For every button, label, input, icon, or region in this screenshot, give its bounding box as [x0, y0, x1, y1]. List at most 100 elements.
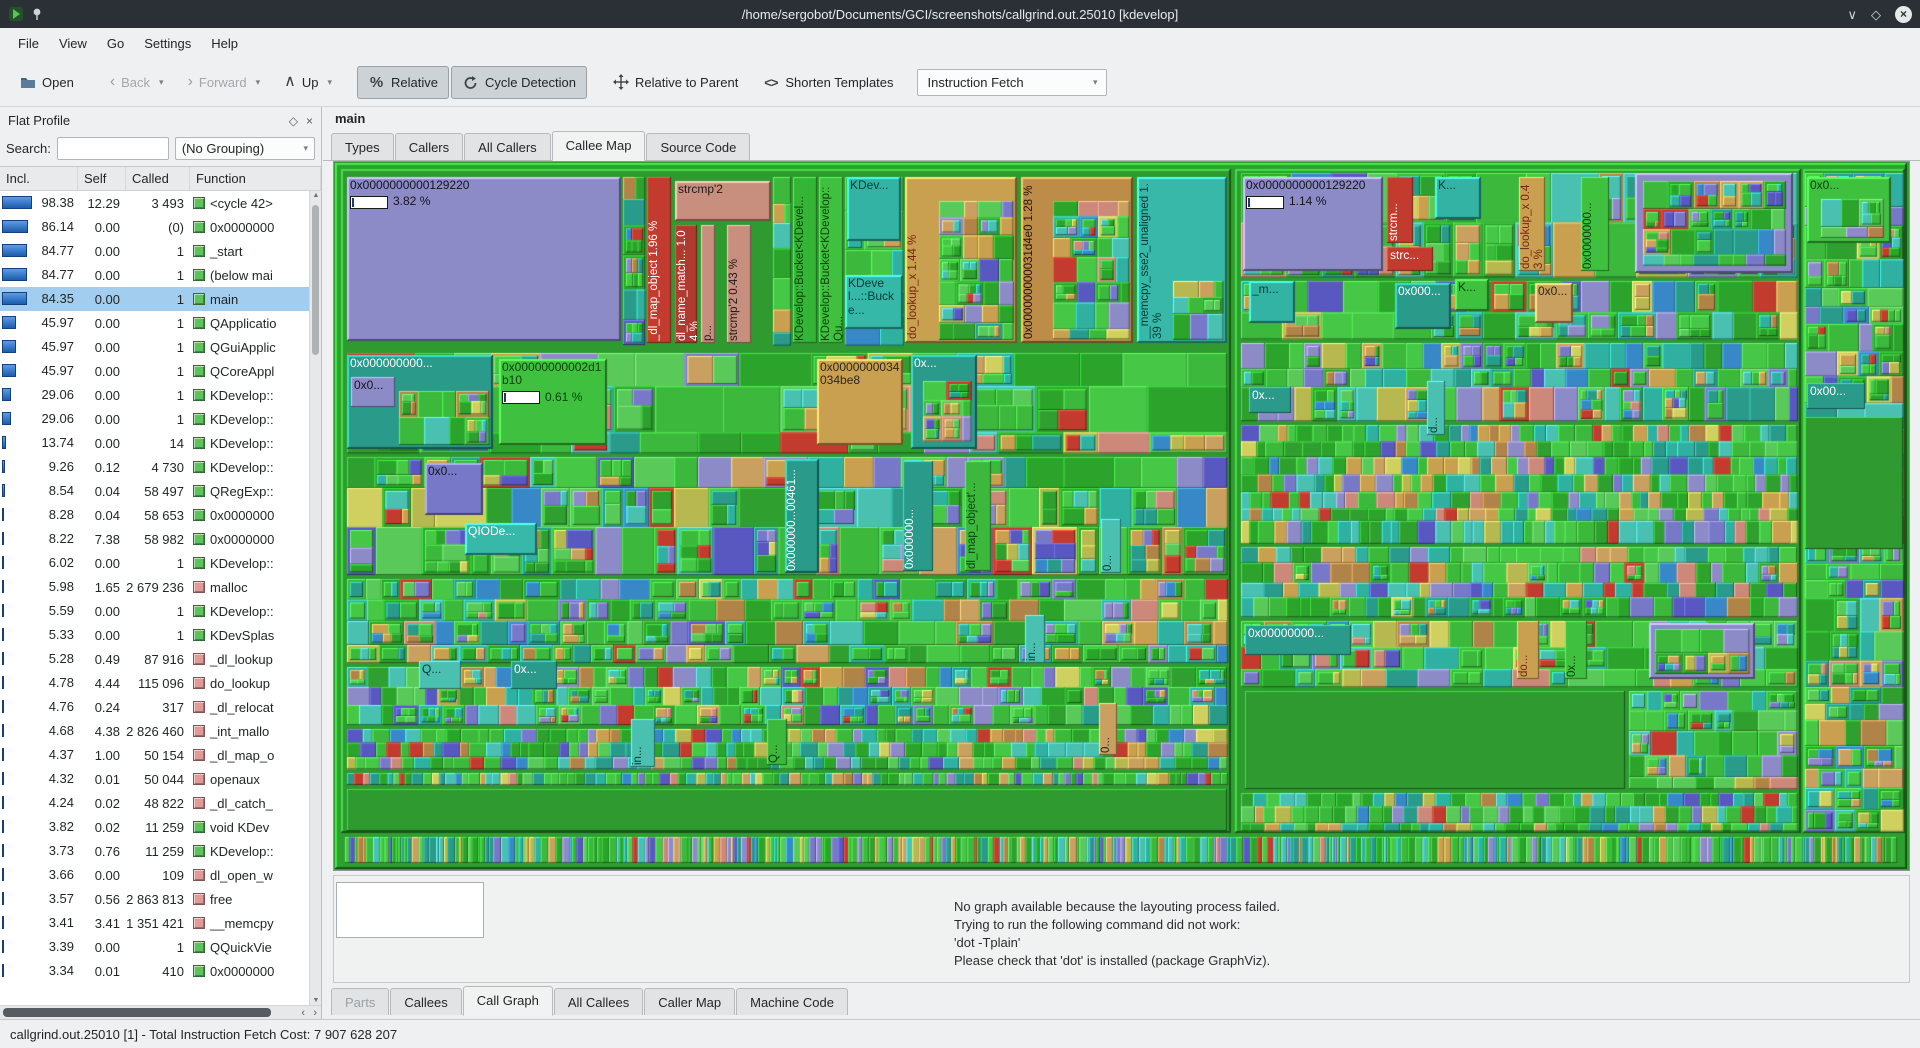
function-group-icon: [193, 557, 205, 569]
table-row[interactable]: 45.970.001QApplicatio: [0, 311, 309, 335]
menu-item-go[interactable]: Go: [97, 31, 134, 56]
callee-treemap-canvas[interactable]: [335, 163, 1907, 869]
tab-caller-map[interactable]: Caller Map: [644, 988, 735, 1015]
float-dock-icon[interactable]: ◇: [289, 114, 298, 128]
relative-to-parent-button[interactable]: Relative to Parent: [601, 66, 749, 99]
table-horizontal-scrollbar[interactable]: ‹ ›: [0, 1005, 321, 1019]
cycle-detection-toggle[interactable]: Cycle Detection: [451, 66, 587, 99]
table-row[interactable]: 29.060.001KDevelop::: [0, 407, 309, 431]
table-row[interactable]: 98.3812.293 493<cycle 42>: [0, 191, 309, 215]
table-row[interactable]: 3.390.001QQuickVie: [0, 935, 309, 959]
table-row[interactable]: 84.350.001main: [0, 287, 309, 311]
table-row[interactable]: 5.981.652 679 236malloc: [0, 575, 309, 599]
table-row[interactable]: 4.371.0050 154_dl_map_o: [0, 743, 309, 767]
tab-source-code[interactable]: Source Code: [646, 133, 750, 160]
table-row[interactable]: 5.280.4987 916_dl_lookup: [0, 647, 309, 671]
forward-dropdown-icon: ▾: [256, 77, 261, 88]
search-input[interactable]: [57, 137, 169, 160]
shorten-templates-button[interactable]: <> Shorten Templates: [751, 66, 904, 99]
table-row[interactable]: 13.740.0014KDevelop::: [0, 431, 309, 455]
col-header-incl[interactable]: Incl.: [0, 167, 78, 190]
col-header-function[interactable]: Function: [190, 167, 321, 190]
combobox-arrow-icon: ▾: [1093, 77, 1098, 88]
col-header-self[interactable]: Self: [78, 167, 126, 190]
table-row[interactable]: 4.240.0248 822_dl_catch_: [0, 791, 309, 815]
pin-icon: [30, 7, 44, 21]
function-group-icon: [193, 653, 205, 665]
table-row[interactable]: 86.140.00(0)0x0000000: [0, 215, 309, 239]
table-row[interactable]: 8.540.0458 497QRegExp::: [0, 479, 309, 503]
tab-parts[interactable]: Parts: [331, 988, 389, 1015]
table-row[interactable]: 4.784.44115 096do_lookup: [0, 671, 309, 695]
tab-callees[interactable]: Callees: [390, 988, 461, 1015]
function-group-icon: [193, 773, 205, 785]
table-row[interactable]: 3.340.014100x0000000: [0, 959, 309, 983]
menu-item-help[interactable]: Help: [201, 31, 248, 56]
maximize-button[interactable]: ◇: [1871, 8, 1881, 21]
incl-bar: [2, 916, 4, 929]
tab-callers[interactable]: Callers: [395, 133, 463, 160]
incl-bar: [2, 796, 4, 809]
menu-item-file[interactable]: File: [8, 31, 49, 56]
menubar: FileViewGoSettingsHelp: [0, 28, 1920, 58]
table-row[interactable]: 3.413.411 351 421__memcpy: [0, 911, 309, 935]
grouping-combobox[interactable]: (No Grouping) ▾: [175, 137, 315, 160]
forward-icon: ›: [188, 77, 193, 87]
table-row[interactable]: 3.570.562 863 813free: [0, 887, 309, 911]
tab-machine-code[interactable]: Machine Code: [736, 988, 848, 1015]
table-row[interactable]: 5.590.001KDevelop::: [0, 599, 309, 623]
scroll-right-icon[interactable]: ›: [313, 1007, 317, 1019]
table-vertical-scrollbar[interactable]: ▲ ▼: [309, 191, 321, 1005]
table-row[interactable]: 4.684.382 826 460_int_mallo: [0, 719, 309, 743]
function-group-icon: [193, 821, 205, 833]
incl-bar: [2, 556, 4, 569]
table-row[interactable]: 45.970.001QCoreAppl: [0, 359, 309, 383]
tab-call-graph[interactable]: Call Graph: [463, 986, 553, 1016]
table-row[interactable]: 9.260.124 730KDevelop::: [0, 455, 309, 479]
scroll-left-icon[interactable]: ‹: [301, 1007, 305, 1019]
open-button[interactable]: Open: [8, 66, 85, 99]
incl-bar: [2, 508, 4, 521]
menu-item-settings[interactable]: Settings: [134, 31, 201, 56]
tab-all-callers[interactable]: All Callers: [464, 133, 551, 160]
table-row[interactable]: 4.760.24317_dl_relocat: [0, 695, 309, 719]
close-button[interactable]: ×: [1895, 6, 1912, 23]
table-row[interactable]: 29.060.001KDevelop::: [0, 383, 309, 407]
call-graph-birdseye[interactable]: [336, 882, 484, 938]
table-row[interactable]: 3.660.00109dl_open_w: [0, 863, 309, 887]
incl-bar: [2, 364, 16, 377]
horizontal-scroll-thumb[interactable]: [3, 1008, 271, 1017]
table-row[interactable]: 5.330.001KDevSplas: [0, 623, 309, 647]
minimize-button[interactable]: ∨: [1847, 8, 1857, 21]
tab-all-callees[interactable]: All Callees: [554, 988, 643, 1015]
table-row[interactable]: 6.020.001KDevelop::: [0, 551, 309, 575]
incl-bar: [2, 436, 6, 449]
col-header-called[interactable]: Called: [126, 167, 190, 190]
back-button[interactable]: ‹ Back ▾: [99, 67, 175, 98]
table-row[interactable]: 3.730.7611 259KDevelop::: [0, 839, 309, 863]
scroll-down-icon[interactable]: ▼: [310, 997, 321, 1004]
menu-item-view[interactable]: View: [49, 31, 97, 56]
window-title: /home/sergobot/Documents/GCI/screenshots…: [188, 7, 1732, 22]
table-row[interactable]: 4.320.0150 044openaux: [0, 767, 309, 791]
table-row[interactable]: 3.820.0211 259void KDev: [0, 815, 309, 839]
up-dropdown-icon: ▾: [327, 77, 332, 88]
function-group-icon: [193, 341, 205, 353]
table-row[interactable]: 84.770.001_start: [0, 239, 309, 263]
table-row[interactable]: 84.770.001(below mai: [0, 263, 309, 287]
event-type-combobox[interactable]: Instruction Fetch ▾: [917, 69, 1107, 96]
up-button[interactable]: ∧ Up ▾: [273, 67, 343, 98]
table-row[interactable]: 45.970.001QGuiApplic: [0, 335, 309, 359]
vertical-scroll-thumb[interactable]: [312, 205, 319, 355]
scroll-up-icon[interactable]: ▲: [310, 192, 321, 199]
incl-bar: [2, 724, 4, 737]
incl-bar: [2, 628, 4, 641]
close-dock-icon[interactable]: ×: [306, 114, 313, 128]
table-row[interactable]: 8.227.3858 9820x0000000: [0, 527, 309, 551]
table-row[interactable]: 8.280.0458 6530x0000000: [0, 503, 309, 527]
relative-toggle[interactable]: % Relative: [357, 66, 449, 99]
toolbar: Open ‹ Back ▾ › Forward ▾ ∧ Up ▾ % Relat…: [0, 58, 1920, 107]
forward-button[interactable]: › Forward ▾: [177, 67, 272, 98]
tab-types[interactable]: Types: [331, 133, 394, 160]
tab-callee-map[interactable]: Callee Map: [552, 131, 646, 161]
